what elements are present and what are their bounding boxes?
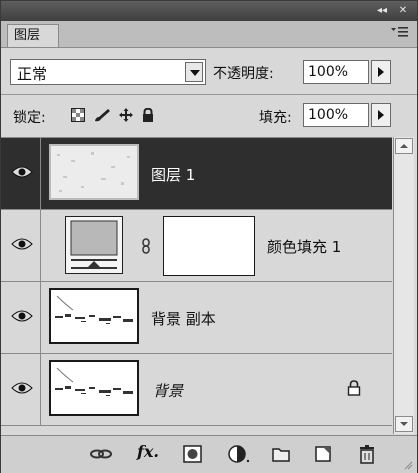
collapse-arrows-icon[interactable]: ◂◂: [373, 4, 391, 18]
link-layers-icon[interactable]: [89, 444, 113, 464]
layer-row[interactable]: 背景 副本: [1, 282, 392, 354]
layer-row[interactable]: 背景: [1, 354, 392, 426]
lock-all-icon[interactable]: [141, 108, 155, 122]
opacity-label: 不透明度:: [213, 66, 274, 82]
tab-layers-label: 图层: [14, 28, 41, 43]
layer-name[interactable]: 颜色填充 1: [267, 236, 341, 257]
panel-titlebar: ◂◂ ✕: [1, 1, 417, 21]
fill-input[interactable]: 100%: [303, 103, 369, 127]
scroll-up-button[interactable]: [395, 138, 413, 154]
layer-row[interactable]: 图层 1: [1, 138, 392, 210]
layer-lock-icon: [347, 380, 361, 396]
visibility-toggle[interactable]: [1, 138, 41, 209]
layer-name[interactable]: 背景 副本: [151, 308, 216, 329]
layer-thumbnail[interactable]: [49, 144, 139, 200]
layer-mask-thumbnail[interactable]: [163, 216, 255, 276]
lock-transparent-pixels-icon[interactable]: [71, 108, 85, 122]
visibility-toggle[interactable]: [1, 210, 41, 281]
visibility-toggle[interactable]: [1, 282, 41, 353]
lock-position-icon[interactable]: [119, 108, 133, 122]
panel-footer: fx.: [1, 435, 417, 473]
panel-menu-icon[interactable]: [391, 26, 409, 41]
divider: [1, 94, 417, 95]
chain-link-icon[interactable]: [141, 238, 151, 254]
blend-mode-select[interactable]: 正常: [10, 59, 206, 85]
eye-icon[interactable]: [11, 309, 33, 323]
layer-style-fx-icon[interactable]: fx.: [137, 442, 159, 462]
opacity-input[interactable]: 100%: [303, 60, 369, 84]
fill-label: 填充:: [259, 110, 292, 126]
add-mask-icon[interactable]: [183, 444, 203, 464]
tab-layers[interactable]: 图层: [7, 24, 59, 47]
lock-image-pixels-icon[interactable]: [93, 108, 111, 122]
layers-scrollbar[interactable]: [393, 137, 414, 434]
blend-mode-value: 正常: [17, 65, 48, 83]
lock-row: 锁定: 填充: 100%: [1, 97, 417, 135]
opacity-slider-button[interactable]: [371, 60, 391, 84]
eye-icon[interactable]: [11, 381, 33, 395]
eye-icon[interactable]: [11, 237, 33, 251]
layer-thumbnail[interactable]: [49, 360, 139, 416]
chevron-down-icon[interactable]: [185, 62, 203, 82]
adjustment-layer-icon[interactable]: [227, 444, 251, 464]
new-layer-icon[interactable]: [313, 444, 333, 464]
layer-name[interactable]: 背景: [153, 380, 183, 401]
blend-row: 正常 不透明度: 100%: [1, 51, 417, 93]
resize-grip-icon[interactable]: [403, 460, 413, 470]
layer-row[interactable]: 颜色填充 1: [1, 210, 392, 282]
lock-label: 锁定:: [13, 110, 46, 126]
layer-thumbnail[interactable]: [49, 288, 139, 344]
new-group-icon[interactable]: [271, 444, 291, 464]
scroll-down-button[interactable]: [395, 416, 413, 432]
eye-icon[interactable]: [11, 165, 33, 179]
fill-slider-button[interactable]: [371, 103, 391, 127]
close-icon[interactable]: ✕: [395, 4, 411, 18]
layers-list: 图层 1 颜色填充 1 背景 副本 背景: [1, 137, 392, 436]
layer-name[interactable]: 图层 1: [151, 164, 195, 185]
visibility-toggle[interactable]: [1, 354, 41, 425]
fill-layer-thumbnail[interactable]: [65, 216, 123, 274]
panel-tab-row: 图层: [1, 21, 417, 48]
delete-layer-icon[interactable]: [357, 444, 377, 464]
layers-panel: ◂◂ ✕ 图层 正常 不透明度: 100% 锁定: 填充: 100% 图层 1 …: [0, 0, 418, 473]
